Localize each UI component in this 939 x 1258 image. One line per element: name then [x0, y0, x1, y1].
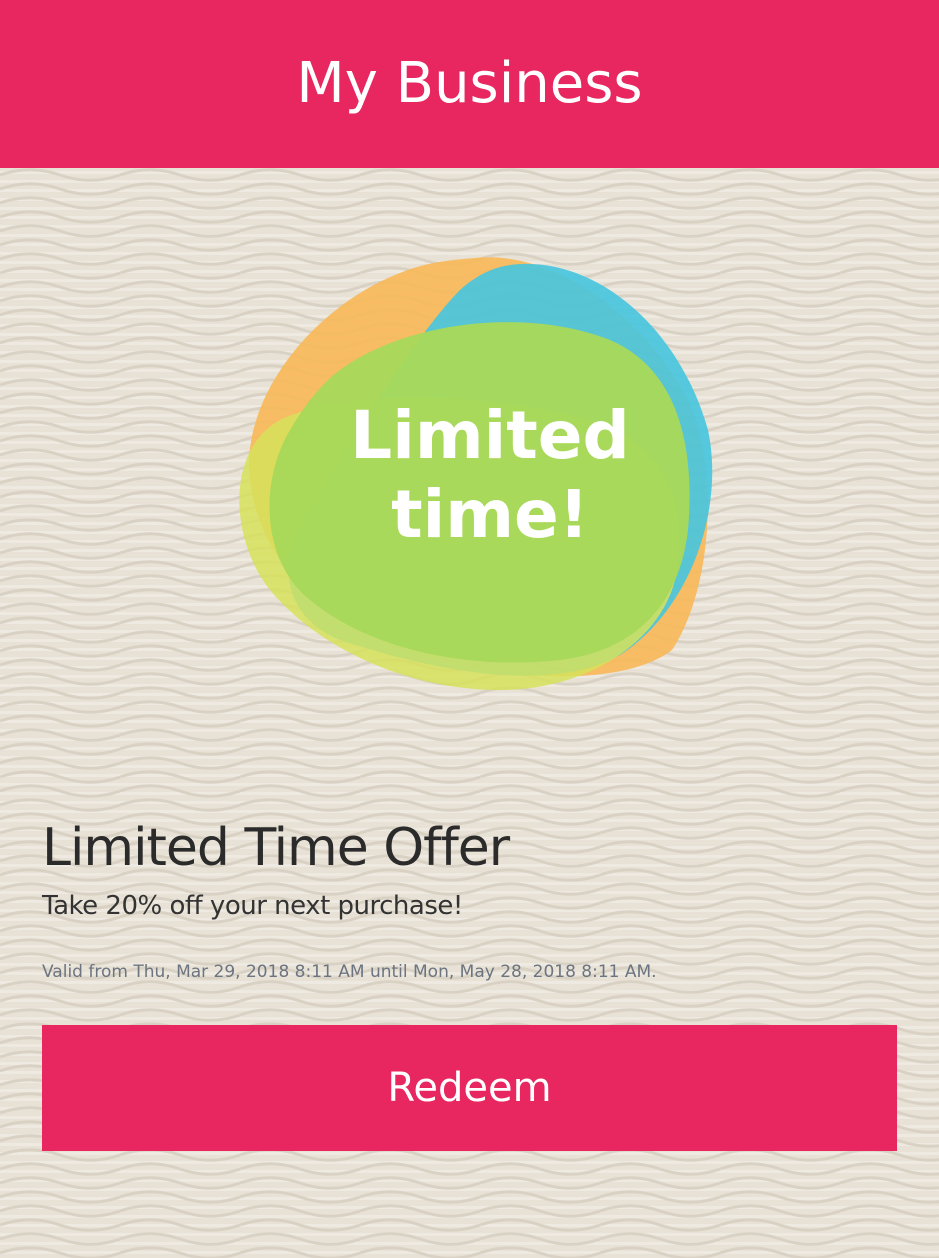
offer-description: Take 20% off your next purchase! [42, 891, 463, 921]
offer-validity: Valid from Thu, Mar 29, 2018 8:11 AM unt… [42, 962, 657, 982]
app-header: My Business [0, 0, 939, 168]
badge-line-1: Limited [350, 397, 630, 474]
badge-line-2: time! [391, 476, 589, 553]
offer-title: Limited Time Offer [42, 818, 510, 878]
offer-details: Limited Time Offer Take 20% off your nex… [42, 812, 897, 984]
limited-time-badge-image: Limited time! [239, 257, 713, 690]
business-name: My Business [296, 51, 643, 116]
redeem-button[interactable]: Redeem [42, 1025, 897, 1151]
